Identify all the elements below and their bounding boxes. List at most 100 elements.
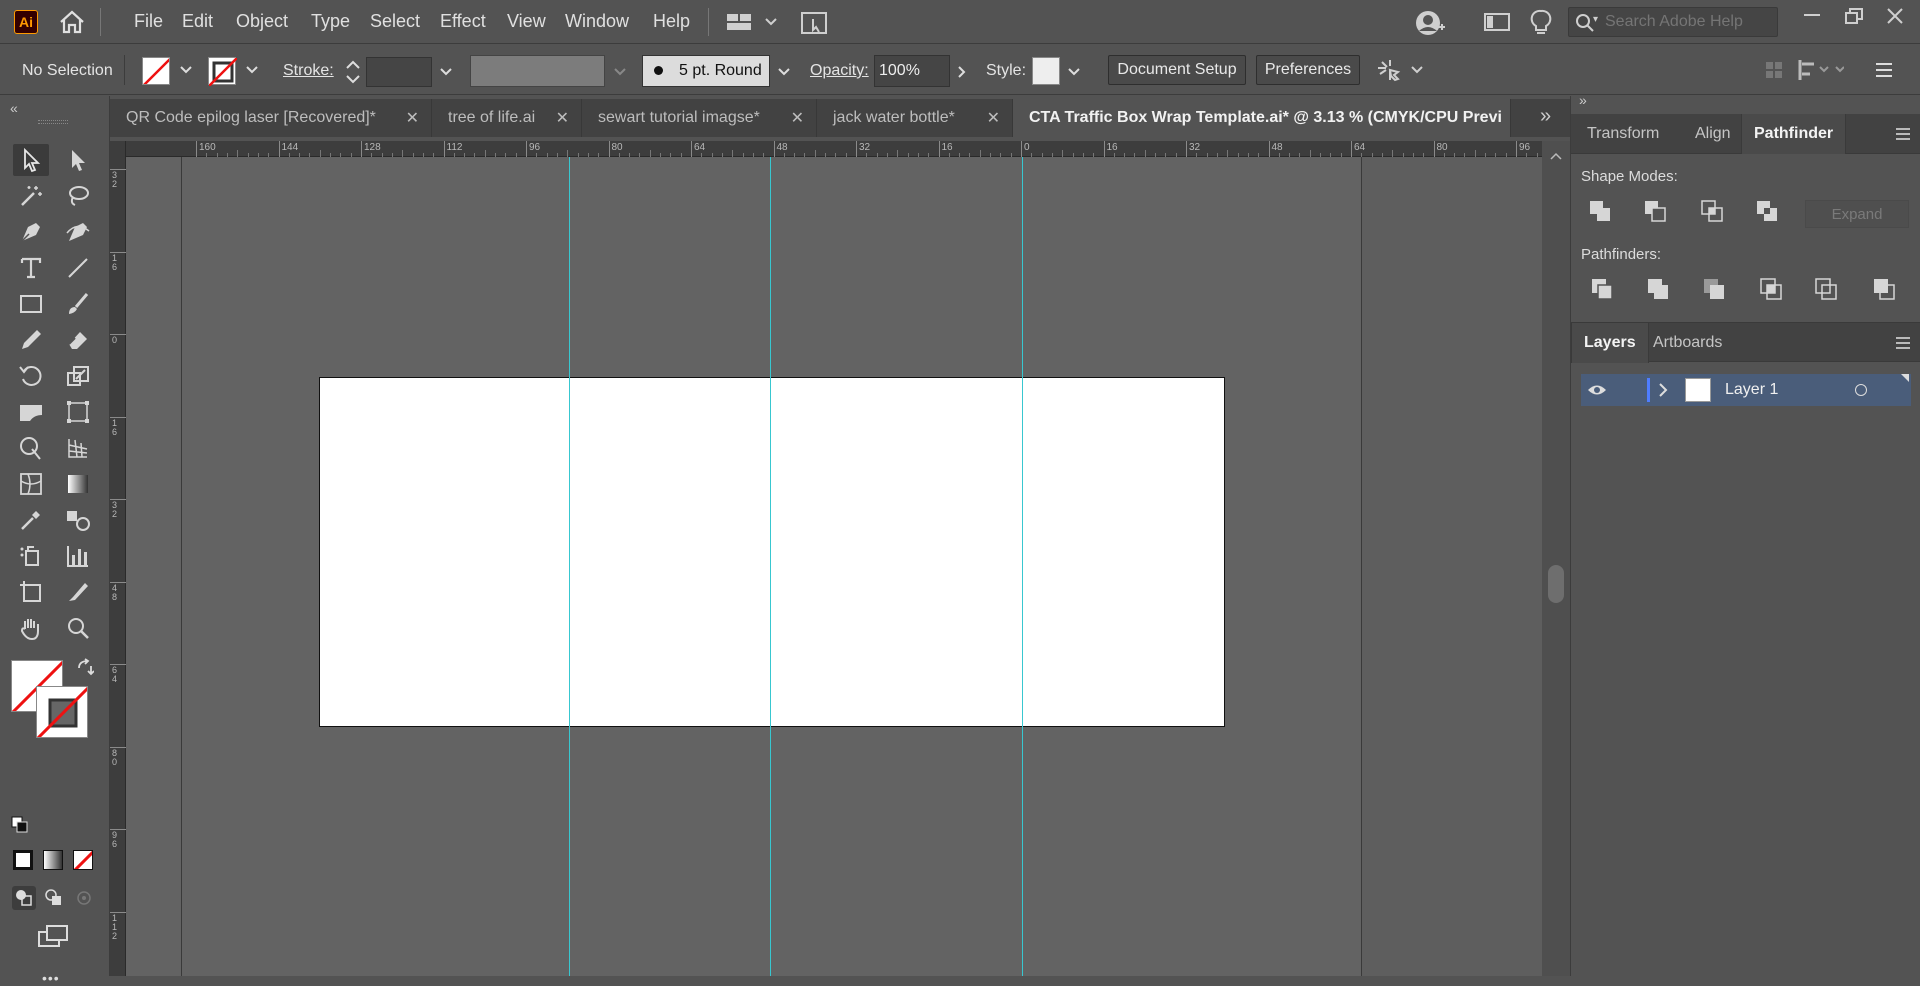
home-icon[interactable] [58,9,86,39]
close-icon[interactable]: ✕ [791,108,804,128]
gradient-tool[interactable] [60,468,96,500]
tab-pathfinder[interactable]: Pathfinder [1741,114,1847,154]
width-tool[interactable] [13,396,49,428]
vertical-ruler[interactable]: 3 2 1 6 0 1 6 3 2 4 8 6 4 8 0 9 6 1 1 2 [110,141,126,976]
panel-menu-icon[interactable] [1874,61,1894,83]
arrange-documents-icon[interactable] [800,10,830,40]
document-setup-button[interactable]: Document Setup [1108,55,1246,85]
rotate-tool[interactable] [13,360,49,392]
restore-button[interactable] [1845,8,1863,28]
stroke-weight-dropdown[interactable] [434,57,458,87]
brush-definition[interactable]: 5 pt. Round [642,55,770,87]
collapse-toolbar-icon[interactable]: « [10,100,18,116]
type-tool[interactable] [13,252,49,284]
menu-effect[interactable]: Effect [440,11,486,32]
menu-help[interactable]: Help [653,11,690,32]
tab-align[interactable]: Align [1683,114,1743,154]
style-dropdown[interactable] [1062,57,1086,87]
user-account-icon[interactable] [1414,9,1446,41]
hand-tool[interactable] [13,612,49,644]
style-swatch[interactable] [1032,57,1060,85]
menu-type[interactable]: Type [311,11,350,32]
close-window-button[interactable] [1886,7,1904,29]
screen-mode-icon[interactable] [38,924,70,954]
guide-line[interactable] [569,157,570,976]
rectangle-tool[interactable] [13,288,49,320]
crop-button[interactable] [1756,274,1786,304]
scrollbar-thumb[interactable] [1548,565,1564,603]
panel-menu-icon[interactable] [1895,127,1911,145]
variable-width-dropdown[interactable] [608,57,632,87]
tab-sewart-tutorial[interactable]: sewart tutorial imagse* ✕ [582,99,817,137]
default-fill-stroke-icon[interactable] [11,816,29,838]
scale-tool[interactable] [60,360,96,392]
canvas[interactable] [126,157,1542,976]
tab-overflow-icon[interactable]: » [1540,105,1551,128]
exclude-button[interactable] [1752,196,1782,226]
color-mode-icon[interactable] [13,850,33,870]
artboard-tool[interactable] [13,576,49,608]
preferences-button[interactable]: Preferences [1256,55,1360,85]
selection-tool[interactable] [13,144,49,176]
lightbulb-icon[interactable] [1530,9,1552,41]
menu-select[interactable]: Select [370,11,420,32]
close-icon[interactable]: ✕ [556,108,569,128]
guide-line[interactable] [1022,157,1023,976]
vertical-scrollbar[interactable] [1542,141,1570,976]
target-circle-icon[interactable] [1855,384,1867,396]
minus-front-button[interactable] [1640,196,1670,226]
fill-swatch[interactable] [142,57,170,85]
divide-button[interactable] [1587,274,1617,304]
trim-button[interactable] [1643,274,1673,304]
magic-wand-tool[interactable] [13,180,49,212]
panel-toggle-icon[interactable] [1484,12,1510,36]
edit-toolbar-button[interactable]: ••• [42,970,60,986]
tab-cta-traffic-box[interactable]: CTA Traffic Box Wrap Template.ai* @ 3.13… [1013,99,1511,137]
lasso-tool[interactable] [60,180,96,212]
tab-jack-water-bottle[interactable]: jack water bottle* ✕ [817,99,1013,137]
eraser-tool[interactable] [60,324,96,356]
free-transform-tool[interactable] [60,396,96,428]
draw-normal-icon[interactable] [12,886,36,910]
draw-behind-icon[interactable] [42,886,66,910]
layer-row[interactable]: Layer 1 [1581,374,1911,406]
variable-width-profile[interactable] [470,55,605,87]
visibility-eye-icon[interactable] [1587,382,1607,402]
perspective-grid-tool[interactable] [60,432,96,464]
line-segment-tool[interactable] [60,252,96,284]
paintbrush-tool[interactable] [60,288,96,320]
direct-selection-tool[interactable] [60,144,96,176]
mesh-tool[interactable] [13,468,49,500]
shape-builder-tool[interactable] [13,432,49,464]
intersect-button[interactable] [1697,196,1727,226]
gradient-mode-icon[interactable] [43,850,63,870]
menu-edit[interactable]: Edit [182,11,213,32]
column-graph-tool[interactable] [60,540,96,572]
workspace-switcher-icon[interactable] [726,12,778,36]
merge-button[interactable] [1699,274,1729,304]
opacity-field[interactable]: 100% [874,55,950,87]
stroke-swatch[interactable] [208,57,238,87]
pencil-tool[interactable] [13,324,49,356]
menu-file[interactable]: File [134,11,163,32]
stroke-weight-field[interactable] [366,57,432,87]
menu-view[interactable]: View [507,11,546,32]
stroke-proxy[interactable] [36,686,88,738]
menu-window[interactable]: Window [565,11,629,32]
panel-menu-icon[interactable] [1895,336,1911,354]
eyedropper-tool[interactable] [13,504,49,536]
scroll-up-arrow[interactable] [1550,147,1562,164]
guide-line[interactable] [770,157,771,976]
opacity-label[interactable]: Opacity: [810,62,869,80]
menu-object[interactable]: Object [236,11,288,32]
tab-transform[interactable]: Transform [1575,114,1671,154]
swap-fill-stroke-icon[interactable] [76,658,95,680]
minus-back-button[interactable] [1869,274,1899,304]
none-mode-icon[interactable] [73,850,93,870]
symbol-sprayer-tool[interactable] [13,540,49,572]
tab-tree-of-life[interactable]: tree of life.ai ✕ [432,99,582,137]
search-box[interactable]: ▾ [1568,7,1778,37]
brush-dropdown[interactable] [772,57,796,87]
curvature-tool[interactable] [60,216,96,248]
artboard[interactable] [319,377,1225,727]
